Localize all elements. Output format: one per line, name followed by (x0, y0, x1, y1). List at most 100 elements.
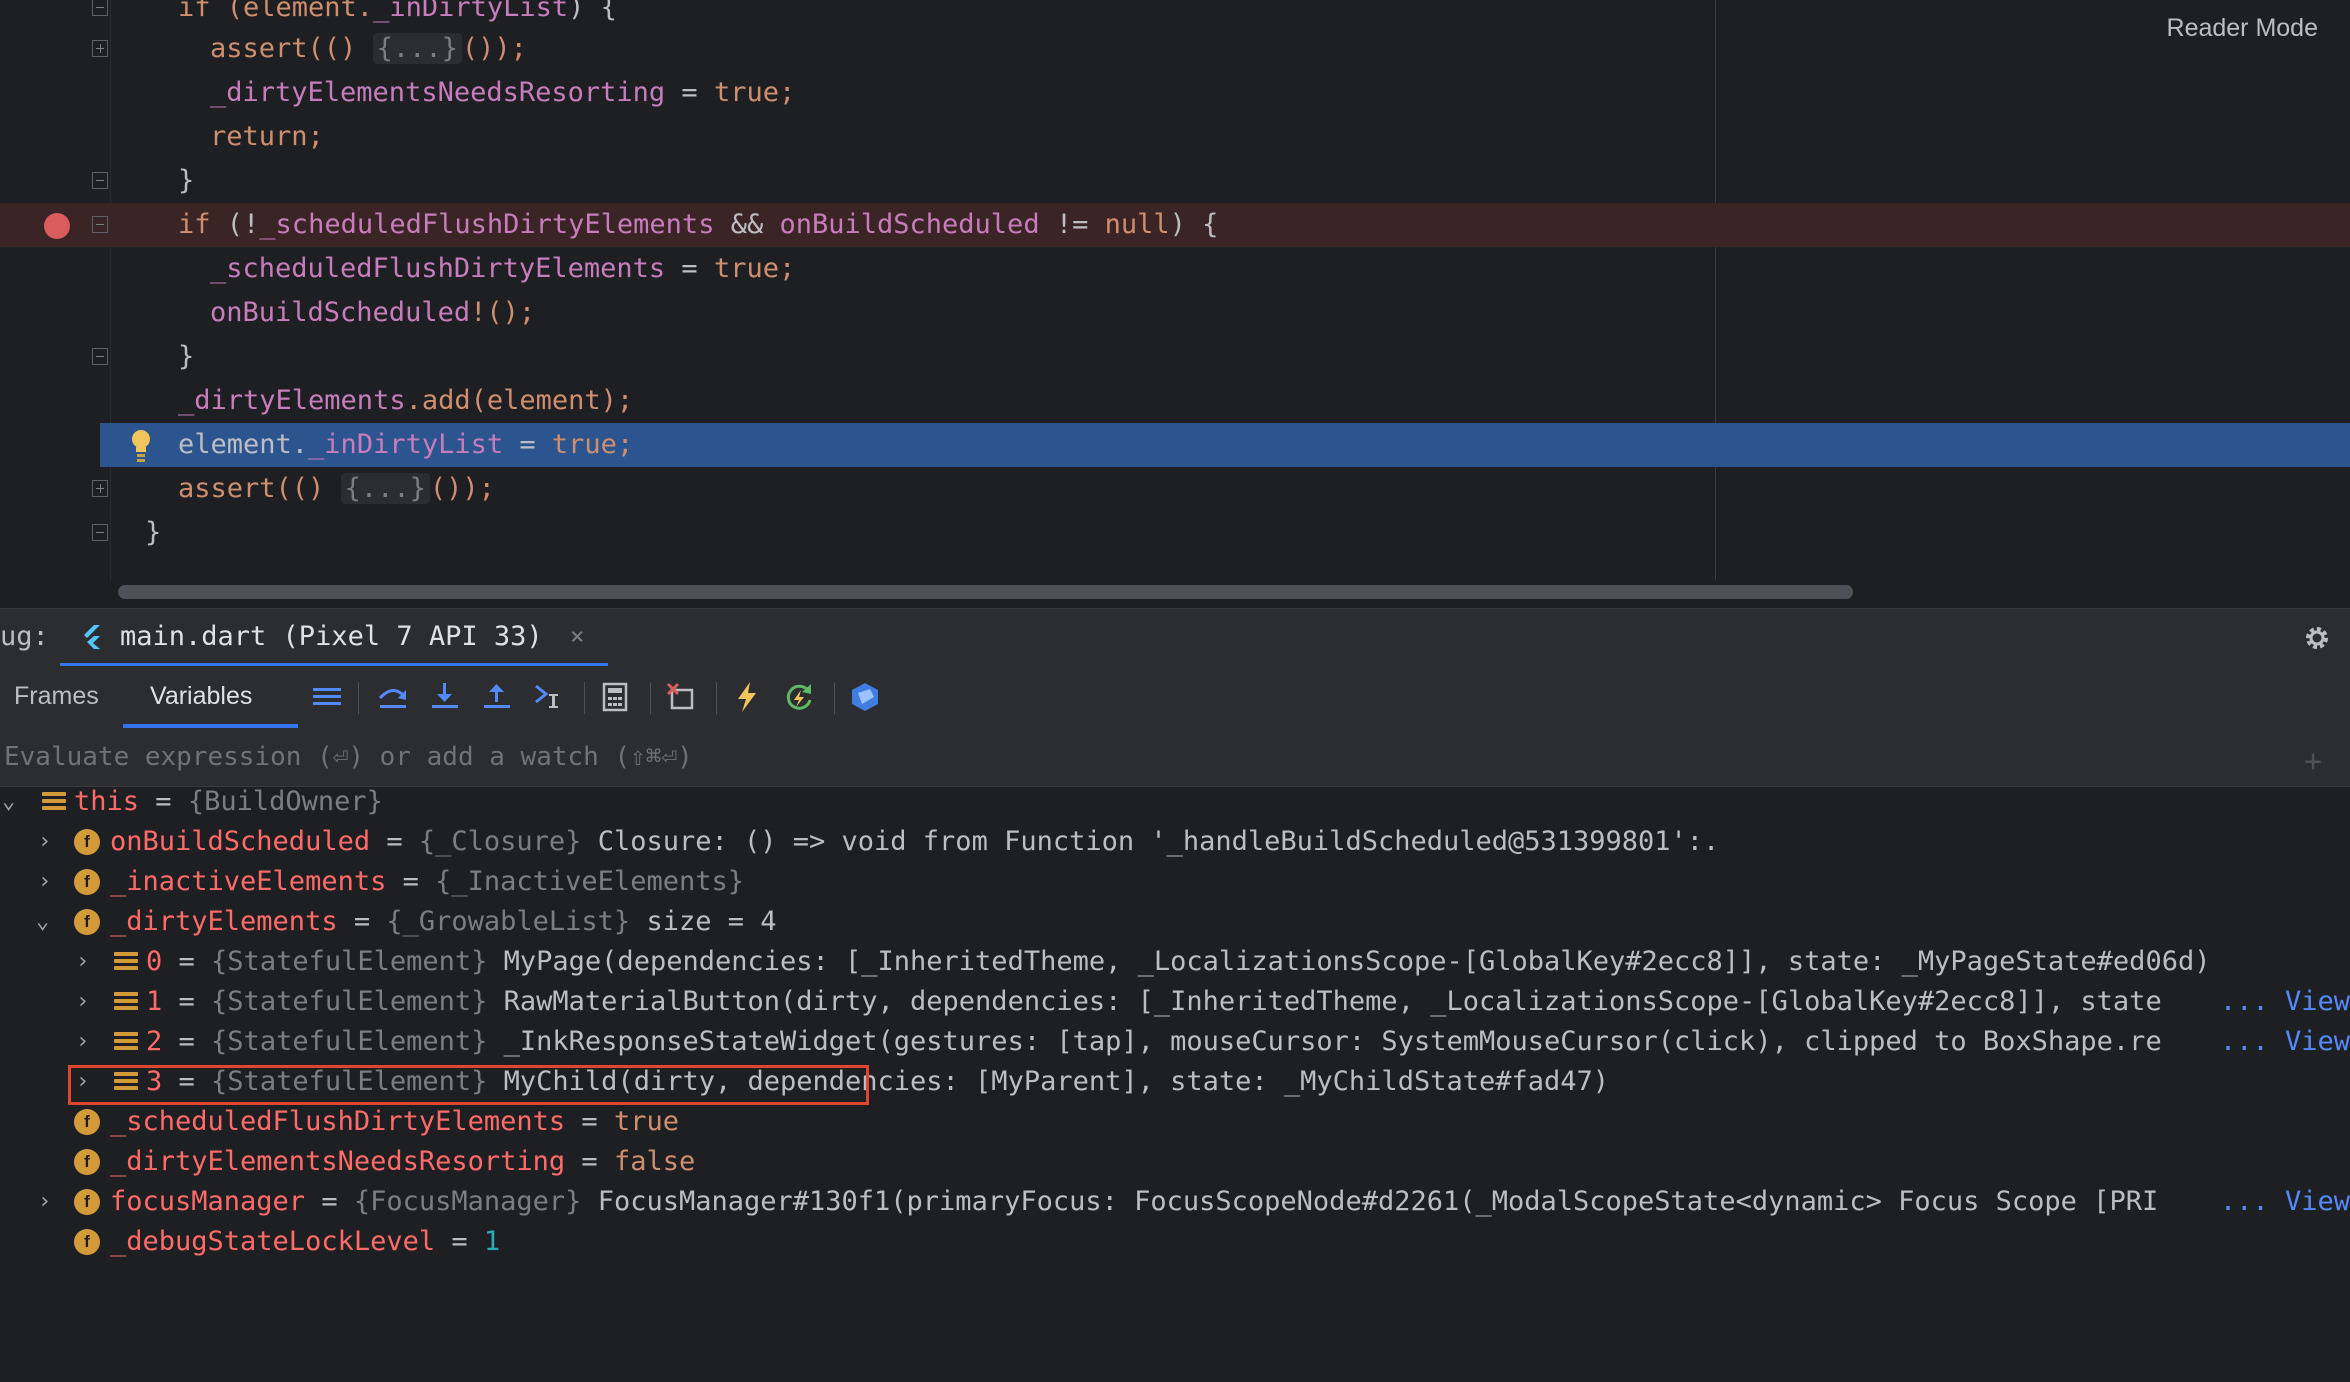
toolbar-separator (584, 682, 585, 714)
chevron-right-icon[interactable]: › (38, 822, 51, 862)
variable-type: {StatefulElement} (211, 1026, 488, 1057)
code-token: onBuildScheduled (210, 297, 471, 328)
list-item[interactable]: › 0 = {StatefulElement} MyPage(dependenc… (0, 942, 2350, 982)
ellipsis: ... (2219, 1026, 2269, 1057)
code-line[interactable]: _scheduledFlushDirtyElements = true; (0, 247, 2350, 291)
gear-icon[interactable] (2302, 623, 2332, 653)
dart-devtools-icon[interactable] (848, 680, 882, 714)
view-link[interactable]: ... View (2215, 982, 2350, 1022)
evaluate-expression-input[interactable] (0, 728, 2280, 786)
view-link-label: View (2284, 1186, 2350, 1217)
list-item[interactable]: › 1 = {StatefulElement} RawMaterialButto… (0, 982, 2350, 1022)
variable-value: _InkResponseStateWidget(gestures: [tap],… (487, 1026, 2162, 1057)
list-item[interactable]: › 2 = {StatefulElement} _InkResponseStat… (0, 1022, 2350, 1062)
code-token: ()); (429, 473, 495, 504)
code-line[interactable]: return; (0, 115, 2350, 159)
code-line-breakpoint[interactable]: if (!_scheduledFlushDirtyElements && onB… (0, 203, 2350, 247)
field-icon: f (74, 829, 100, 855)
code-line[interactable]: _dirtyElements.add(element); (0, 379, 2350, 423)
current-execution-line[interactable]: element._inDirtyList = true; (100, 423, 2350, 467)
variable-eq: = (162, 1026, 212, 1057)
tab-frames[interactable]: Frames (14, 682, 99, 711)
folded-code[interactable]: {...} (340, 473, 430, 504)
variable-row[interactable]: › f _inactiveElements = {_InactiveElemen… (0, 862, 2350, 902)
chevron-right-icon[interactable]: › (38, 862, 51, 902)
close-icon[interactable]: × (570, 622, 584, 650)
clear-breakpoints-icon[interactable] (664, 680, 698, 714)
list-layout-icon[interactable] (310, 680, 344, 714)
fold-icon[interactable] (92, 0, 108, 16)
chevron-right-icon[interactable]: › (76, 982, 89, 1022)
code-line[interactable]: } (0, 159, 2350, 203)
code-token: assert(() (210, 33, 373, 64)
fold-icon[interactable] (92, 216, 108, 233)
variable-row[interactable]: f _debugStateLockLevel = 1 (0, 1222, 2350, 1262)
code-line[interactable]: onBuildScheduled!(); (0, 291, 2350, 335)
variable-name: 0 (146, 946, 163, 977)
variable-eq: = (337, 906, 387, 937)
variable-name: 2 (146, 1026, 163, 1057)
chevron-right-icon[interactable]: › (76, 1022, 89, 1062)
field-icon: f (74, 1189, 100, 1215)
variable-row[interactable]: ⌄ this = {BuildOwner} (0, 782, 2350, 822)
step-out-icon[interactable] (480, 680, 514, 714)
view-link[interactable]: ... View (2215, 1182, 2350, 1222)
view-link[interactable]: ... View (2215, 1022, 2350, 1062)
variable-value: FocusManager#130f1(primaryFocus: FocusSc… (581, 1186, 2159, 1217)
variable-row[interactable]: ⌄ f _dirtyElements = {_GrowableList} siz… (0, 902, 2350, 942)
chevron-right-icon[interactable]: › (76, 942, 89, 982)
chevron-right-icon[interactable]: › (38, 1182, 51, 1222)
fold-expand-icon[interactable] (92, 480, 108, 497)
code-line[interactable]: assert(() {...} ()); (0, 27, 2350, 71)
variable-row[interactable]: f _dirtyElementsNeedsResorting = false (0, 1142, 2350, 1182)
calculator-icon[interactable] (598, 680, 632, 714)
code-token: ; (616, 429, 634, 460)
debug-session-tab[interactable]: main.dart (Pixel 7 API 33) × (60, 609, 608, 667)
code-token: = (665, 77, 714, 108)
chevron-down-icon[interactable]: ⌄ (36, 902, 49, 942)
code-token: if (178, 209, 211, 240)
field-icon: f (74, 1229, 100, 1255)
variable-name: focusManager (110, 1186, 306, 1217)
fold-icon[interactable] (92, 172, 108, 189)
code-token: _scheduledFlushDirtyElements (259, 209, 715, 240)
code-token: .add(element); (405, 385, 634, 416)
code-editor[interactable]: Reader Mode if (element._inDirtyList) { … (0, 0, 2350, 608)
field-icon: f (74, 1149, 100, 1175)
code-line[interactable]: } (0, 335, 2350, 379)
fold-icon[interactable] (92, 348, 108, 365)
lightbulb-icon[interactable] (130, 427, 152, 463)
code-token: _scheduledFlushDirtyElements (210, 253, 666, 284)
code-token: return (210, 121, 308, 152)
variable-type: {StatefulElement} (211, 986, 488, 1017)
evaluate-expression-bar: + (0, 728, 2350, 787)
step-over-icon[interactable] (376, 680, 410, 714)
add-watch-icon[interactable]: + (2304, 744, 2322, 779)
fold-icon[interactable] (92, 524, 108, 541)
code-line[interactable]: _dirtyElementsNeedsResorting = true; (0, 71, 2350, 115)
code-line[interactable]: } (0, 511, 2350, 555)
variable-row[interactable]: › f onBuildScheduled = {_Closure} Closur… (0, 822, 2350, 862)
code-line[interactable]: if (element._inDirtyList) { (0, 0, 2350, 30)
fold-expand-icon[interactable] (92, 40, 108, 57)
chevron-down-icon[interactable]: ⌄ (2, 782, 15, 822)
breakpoint-icon[interactable] (44, 213, 70, 239)
field-icon: f (74, 1109, 100, 1135)
code-token: = (503, 429, 552, 460)
tab-variables[interactable]: Variables (150, 682, 252, 711)
run-to-cursor-icon[interactable] (532, 680, 566, 714)
variable-row[interactable]: › f focusManager = {FocusManager} FocusM… (0, 1182, 2350, 1222)
code-token: ; (307, 121, 324, 152)
folded-code[interactable]: {...} (372, 33, 462, 64)
step-into-icon[interactable] (428, 680, 462, 714)
code-line[interactable]: assert(() {...} ()); (0, 467, 2350, 511)
variable-row[interactable]: f _scheduledFlushDirtyElements = true (0, 1102, 2350, 1142)
variable-value: true (613, 1106, 679, 1137)
variable-type: {StatefulElement} (211, 946, 488, 977)
toolbar-separator (650, 682, 651, 714)
hot-restart-icon[interactable] (782, 680, 816, 714)
hot-reload-icon[interactable] (730, 680, 764, 714)
horizontal-scrollbar[interactable] (118, 585, 1853, 599)
variable-name: 1 (146, 986, 163, 1017)
code-token: _dirtyElements (178, 385, 406, 416)
